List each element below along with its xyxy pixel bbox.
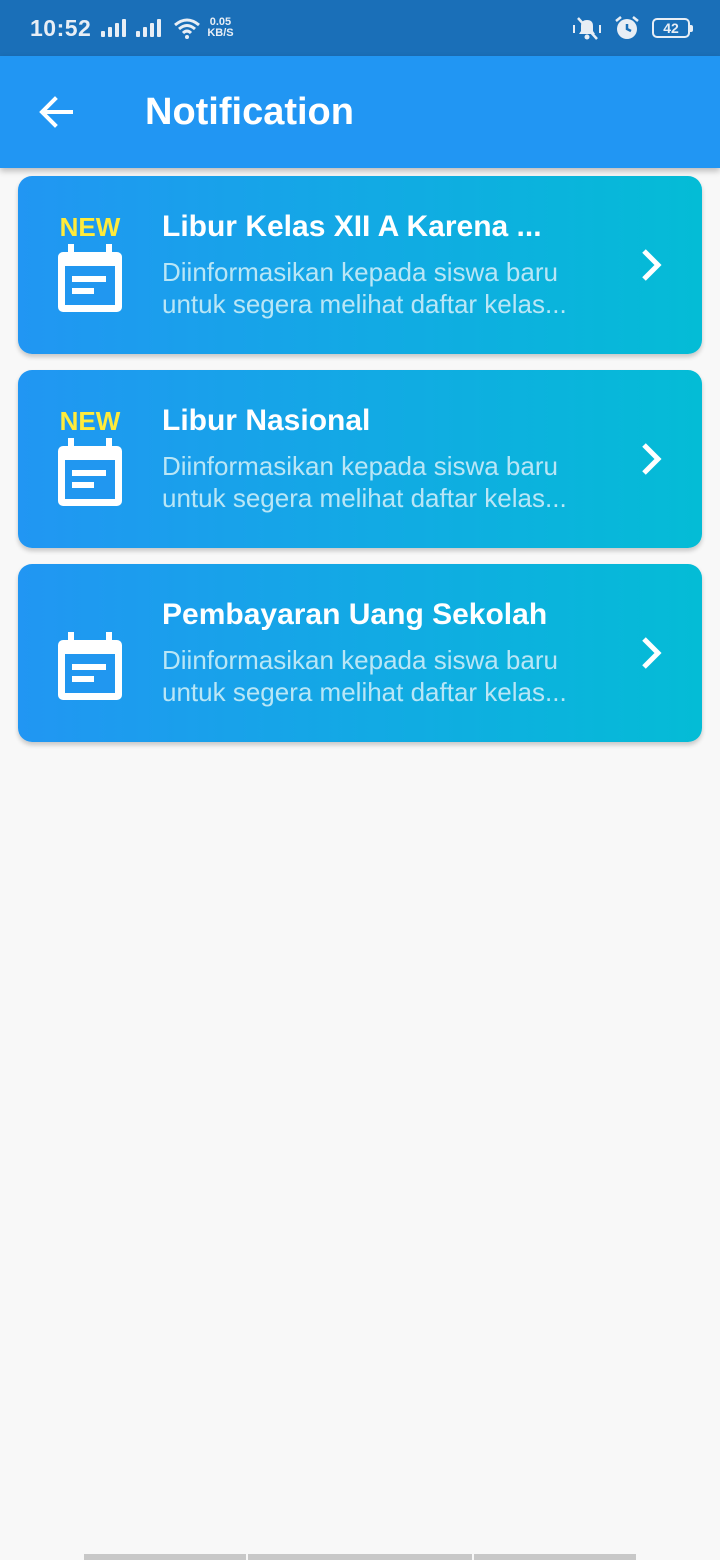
battery-icon: 42 [652, 18, 693, 38]
card-icon-area: NEW [18, 370, 162, 548]
network-speed-unit: KB/S [207, 27, 234, 39]
card-icon-area [18, 564, 162, 742]
page-title: Notification [145, 90, 354, 133]
chevron-right-icon [642, 637, 662, 669]
signal-icon [136, 19, 162, 37]
status-bar: 10:52 0.05 KB/S 42 [0, 0, 720, 56]
new-badge: NEW [59, 406, 121, 436]
status-time: 10:52 [30, 14, 92, 41]
notification-title: Pembayaran Uang Sekolah [162, 598, 548, 631]
notification-list: NEW Libur Kelas XII A Karena ... Diinfor… [18, 176, 702, 758]
status-icons: 42 [572, 15, 693, 41]
card-content: Pembayaran Uang Sekolah Diinformasikan k… [162, 598, 702, 708]
notification-description: Diinformasikan kepada siswa baru untuk s… [162, 257, 567, 319]
notification-description: Diinformasikan kepada siswa baru untuk s… [162, 645, 567, 707]
chevron-right-icon [642, 443, 662, 475]
new-badge: NEW [59, 212, 121, 242]
calendar-icon [58, 632, 122, 700]
notification-card[interactable]: Pembayaran Uang Sekolah Diinformasikan k… [18, 564, 702, 742]
signal-icon [101, 19, 127, 37]
notification-description: Diinformasikan kepada siswa baru untuk s… [162, 451, 567, 513]
card-icon-area: NEW [18, 176, 162, 354]
network-speed: 0.05 KB/S [207, 17, 233, 39]
navigation-gesture-bar[interactable] [84, 1554, 636, 1560]
battery-level: 42 [663, 20, 679, 36]
back-button[interactable] [0, 56, 112, 168]
vibrate-off-icon [573, 17, 601, 40]
notification-title: Libur Nasional [162, 404, 371, 437]
notification-title: Libur Kelas XII A Karena ... [162, 210, 542, 243]
notification-card[interactable]: NEW Libur Nasional Diinformasikan kepada… [18, 370, 702, 548]
wifi-icon [174, 18, 201, 39]
notification-card[interactable]: NEW Libur Kelas XII A Karena ... Diinfor… [18, 176, 702, 354]
calendar-icon [58, 438, 122, 506]
card-content: Libur Kelas XII A Karena ... Diinformasi… [162, 210, 702, 320]
card-content: Libur Nasional Diinformasikan kepada sis… [162, 404, 702, 514]
chevron-right-icon [642, 249, 662, 281]
arrow-left-icon [39, 96, 73, 128]
calendar-icon [58, 244, 122, 312]
app-bar: Notification [0, 56, 720, 168]
alarm-icon [615, 16, 639, 39]
